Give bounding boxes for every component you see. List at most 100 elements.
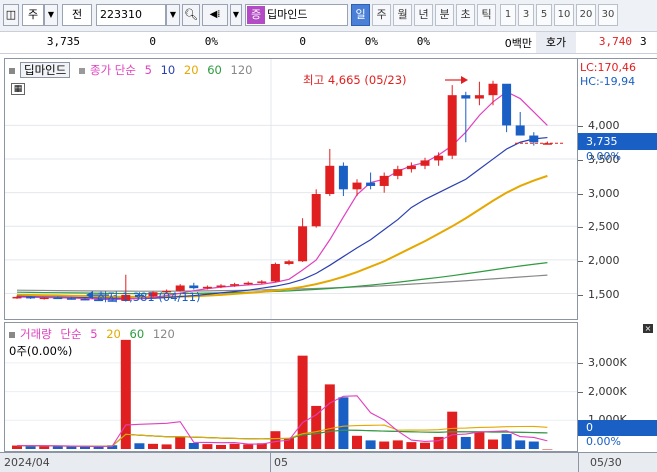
period-tab-5[interactable]: 초 [456, 4, 475, 26]
candle-body [515, 125, 525, 136]
volume-legend-ma120: 120 [152, 327, 175, 341]
prev-label: 전 [71, 8, 83, 21]
candle-body [12, 296, 22, 299]
candle-body [529, 135, 539, 143]
period-tab-4[interactable]: 분 [435, 4, 454, 26]
period-tab-0[interactable]: 일 [351, 4, 370, 26]
close-pane-icon[interactable]: × [643, 324, 653, 333]
interval-button-10[interactable]: 10 [554, 4, 574, 26]
volume-bar [175, 436, 186, 449]
current-price: 3,735 [46, 35, 80, 48]
candle-body [461, 95, 471, 99]
volume-value: 0 [299, 35, 306, 48]
volume-bar [542, 449, 553, 450]
volume-legend-ma20: 20 [106, 327, 121, 341]
candle-body [202, 286, 212, 289]
stock-name-box[interactable]: 증 딥마인드 [245, 4, 348, 26]
volume-axis-tick [578, 362, 583, 364]
candle-body [325, 165, 335, 195]
legend-marker-icon [9, 67, 15, 74]
candle-body [26, 296, 36, 299]
legend-stock-name: 딥마인드 [20, 62, 71, 78]
axis-divider [578, 453, 579, 472]
volume-axis-label: 3,000K [588, 355, 627, 369]
price-axis-tick [578, 294, 583, 296]
candle-body [502, 83, 512, 126]
volume-chart-pane[interactable]: 거래량 단순 5 20 60 120 0주(0.00%) [4, 322, 578, 452]
date-label-current: 05/30 [590, 456, 622, 469]
period-tab-3[interactable]: 년 [414, 4, 433, 26]
date-label-may: 05 [274, 456, 288, 469]
volume-chart-svg [5, 323, 577, 451]
volume-pct-tag: 0.00% [586, 435, 621, 448]
ma-line-ma20 [16, 174, 548, 299]
interval-button-1[interactable]: 1 [500, 4, 516, 26]
price-legend: 딥마인드 종가 단순 5 10 20 60 120 [9, 62, 257, 78]
volume-bar [202, 444, 213, 449]
volume-bar [392, 440, 403, 449]
legend-ma120: 120 [230, 63, 253, 77]
volume-bar [447, 411, 458, 449]
volume-bar [66, 446, 77, 449]
high-annotation: 최고 4,665 (05/23) [303, 73, 407, 87]
period-tab-2[interactable]: 월 [393, 4, 412, 26]
stock-name: 딥마인드 [267, 8, 308, 21]
volume-bar [39, 446, 50, 449]
price-axis-tick [578, 126, 583, 128]
interval-button-3[interactable]: 3 [518, 4, 534, 26]
stock-code-input[interactable]: 223310 [96, 4, 166, 26]
volume-bar [365, 440, 376, 449]
legend-ma20: 20 [183, 63, 199, 77]
interval-button-5[interactable]: 5 [536, 4, 552, 26]
volume-pct: 0% [364, 35, 378, 48]
volume-bar [528, 441, 539, 449]
prev-button[interactable]: 전 [62, 4, 92, 26]
volume-legend-ma-label: 단순 [60, 327, 82, 341]
volume-bar [120, 339, 131, 449]
candle-body [338, 165, 348, 190]
candle-body [379, 175, 389, 186]
candle-body [53, 297, 63, 300]
period-tab-1[interactable]: 주 [372, 4, 391, 26]
interval-button-30[interactable]: 30 [598, 4, 618, 26]
volume-legend-name: 거래량 [20, 327, 52, 341]
low-annotation: 최저 1,381 (04/11) [97, 290, 201, 304]
candle-body [80, 298, 90, 301]
type-dropdown-icon[interactable]: ▼ [44, 4, 58, 26]
volume-axis-label: 2,000K [588, 384, 627, 398]
candle-body [366, 182, 376, 186]
volume-bar [379, 441, 390, 449]
volume-current-tag: 0 [578, 420, 657, 436]
type-selector[interactable]: 주 [22, 4, 44, 26]
volume-bar [80, 446, 90, 449]
volume-bar [188, 442, 199, 449]
current-price-tag: 3,735 [578, 133, 657, 150]
candle-body [406, 165, 416, 170]
candle-body [189, 285, 199, 289]
code-dropdown-icon[interactable]: ▼ [166, 4, 180, 26]
table-grid-icon[interactable]: ▦ [11, 83, 25, 95]
candle-body [243, 282, 253, 285]
price-axis-label: 4,000 [588, 119, 620, 133]
month-divider [270, 453, 271, 472]
price-axis-tick [578, 227, 583, 229]
price-axis-tick [578, 160, 583, 162]
price-axis: LC:170,46 HC:-19,94 4,000 3,500 3,000 2,500… [578, 58, 657, 320]
volume-axis: × 3,000K2,000K1,000K 0 0.00% [578, 322, 657, 452]
ask-price: 3,740 [598, 35, 632, 48]
candle-body [434, 155, 444, 161]
candle-body [270, 263, 280, 282]
quote-extra: 3 [640, 35, 647, 48]
date-axis: 2024/04 05 05/30 [0, 452, 657, 472]
candle-body [311, 194, 321, 227]
high-arrow-icon [461, 76, 468, 84]
window-menu-icon[interactable]: ◫ [3, 4, 19, 26]
candle-body [298, 226, 308, 262]
period-tab-6[interactable]: 틱 [477, 4, 496, 26]
speaker-icon[interactable]: ◀⁞ [202, 4, 228, 26]
search-icon[interactable]: 🔍︎ [182, 4, 200, 26]
candle-body [420, 160, 430, 166]
interval-button-20[interactable]: 20 [576, 4, 596, 26]
sound-dropdown-icon[interactable]: ▼ [230, 4, 242, 26]
price-chart-pane[interactable]: 딥마인드 종가 단순 5 10 20 60 120 ▦ 최고 4,665 (05… [4, 58, 578, 320]
